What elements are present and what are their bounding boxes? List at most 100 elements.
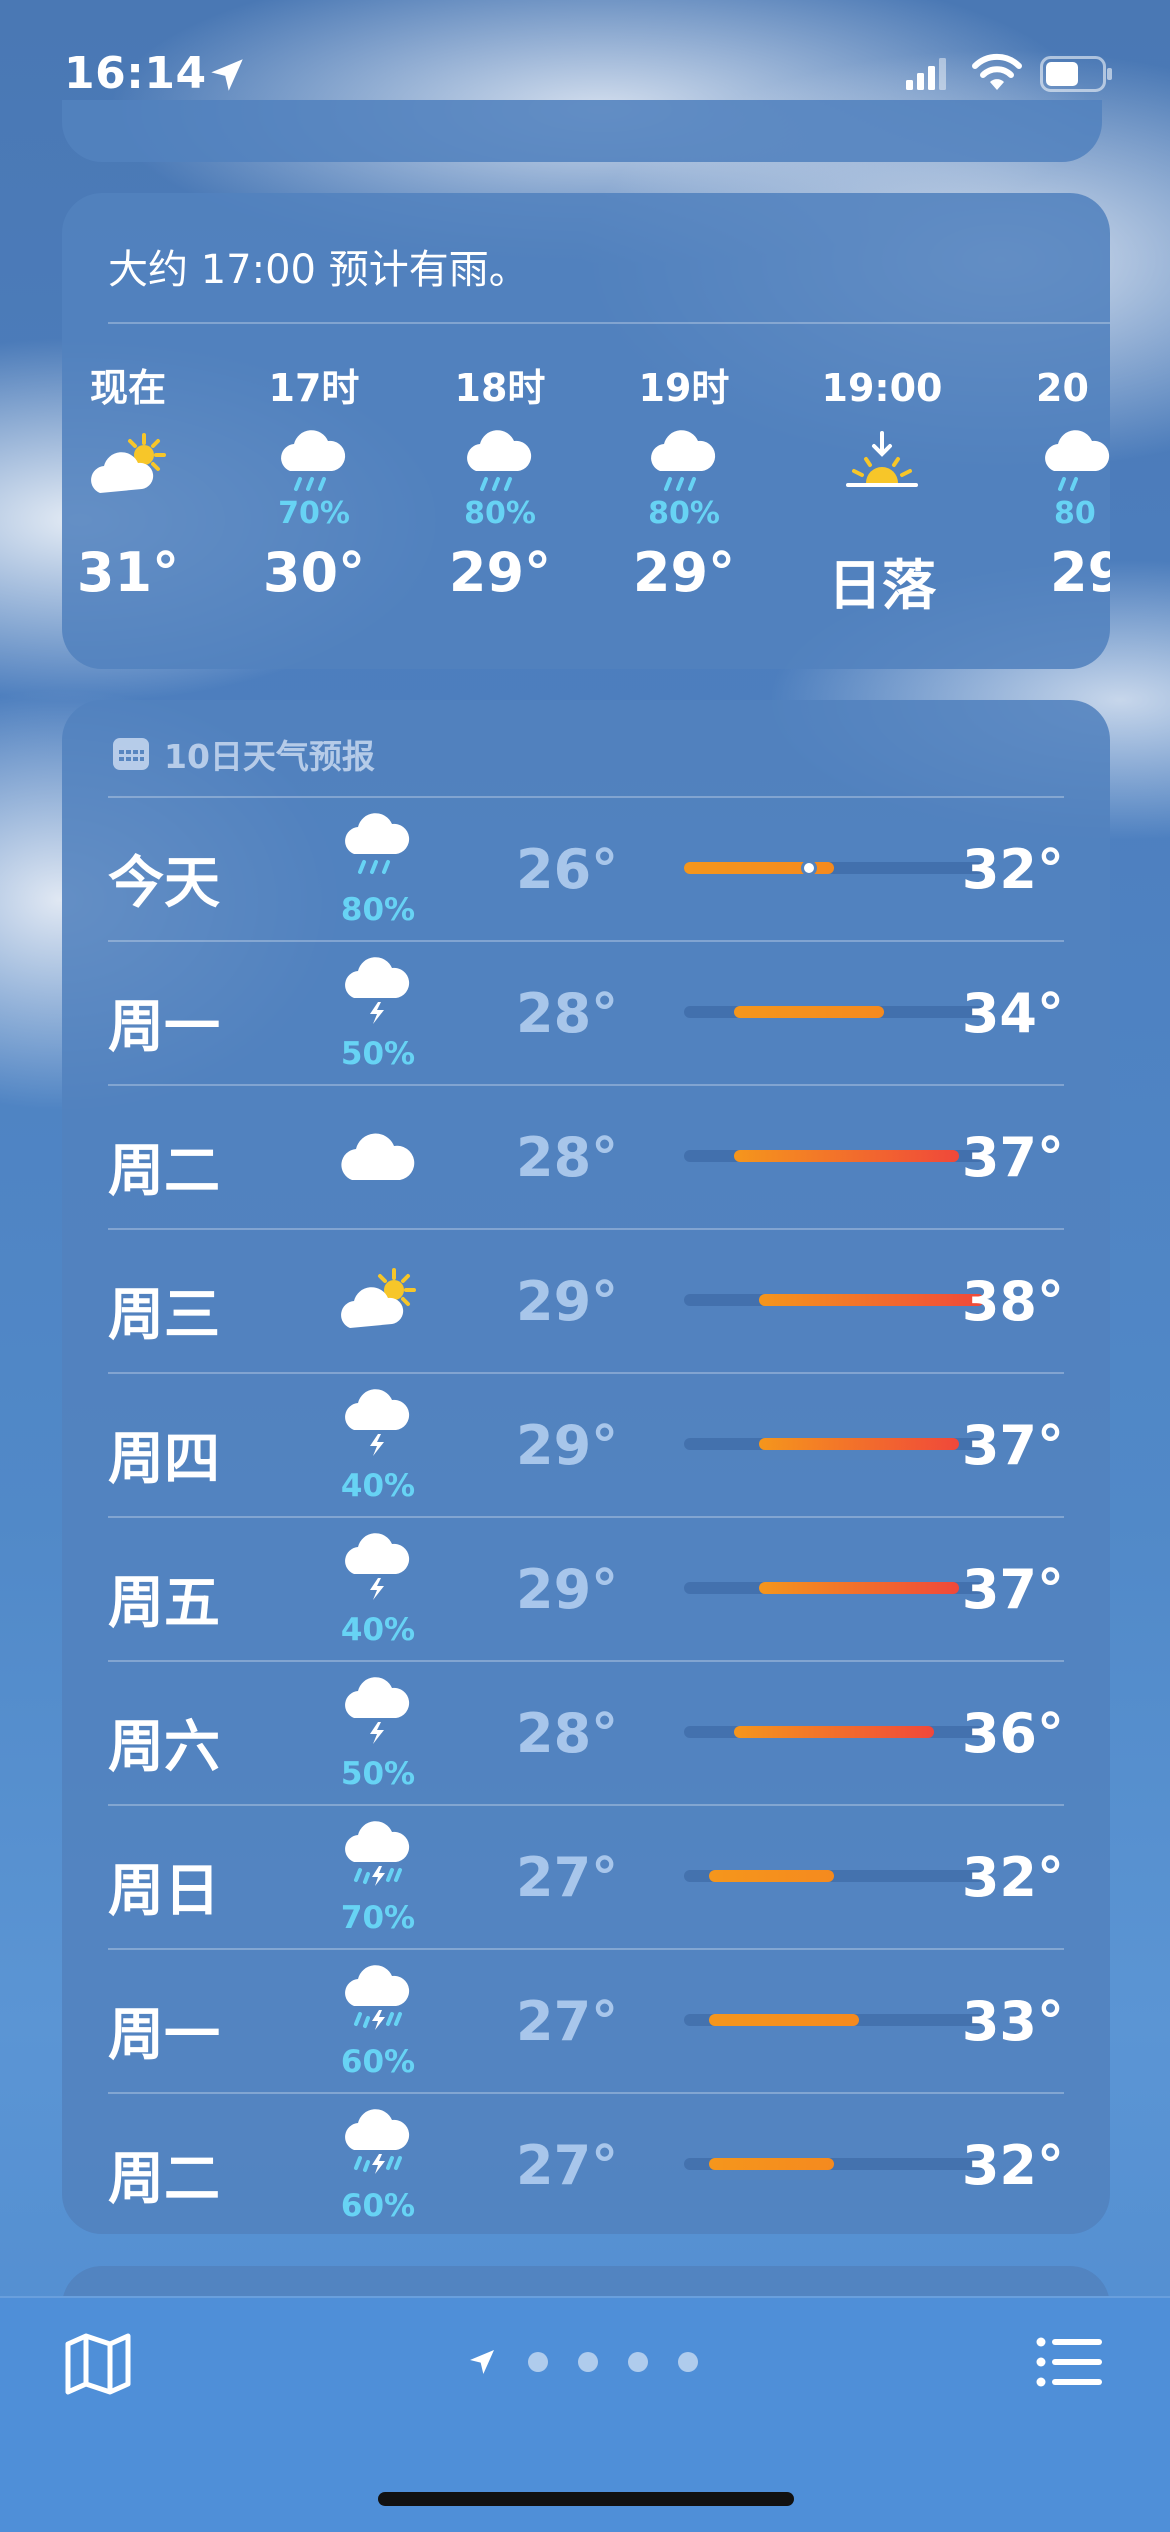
day-low: 29° xyxy=(516,1414,619,1477)
day-row[interactable]: 今天 80% 26° 32° xyxy=(108,796,1064,940)
day-row[interactable]: 周一 50% 28° 34° xyxy=(108,940,1064,1084)
day-low: 28° xyxy=(516,1126,619,1189)
day-row[interactable]: 周二 28° 37° xyxy=(108,1084,1064,1228)
day-row[interactable]: 周日 70% 27° 32° xyxy=(108,1804,1064,1948)
hour-precip xyxy=(802,497,962,531)
day-low: 29° xyxy=(516,1270,619,1333)
cellular-signal-icon xyxy=(906,58,946,90)
day-name: 周二 xyxy=(108,2147,220,2212)
day-row[interactable]: 周四 40% 29° 37° xyxy=(108,1372,1064,1516)
hour-item: 17时 70% 30° xyxy=(234,363,394,604)
daily-header: 10日天气预报 xyxy=(112,734,375,776)
hour-temp: 29° xyxy=(448,541,552,604)
temp-range-bar xyxy=(684,2158,984,2170)
temp-range-fill xyxy=(759,1438,959,1450)
day-name: 周三 xyxy=(108,1283,220,1348)
list-icon[interactable] xyxy=(1036,2336,1102,2388)
temp-range-bar xyxy=(684,1726,984,1738)
day-high: 37° xyxy=(961,1414,1064,1477)
hour-precip: 80% xyxy=(464,496,536,531)
temp-range-bar xyxy=(684,1150,984,1162)
temp-range-fill xyxy=(709,1870,834,1882)
hour-label: 20 xyxy=(1036,366,1089,410)
page-dot[interactable] xyxy=(578,2352,598,2372)
temp-range-bar xyxy=(684,1582,984,1594)
day-row[interactable]: 周三 29° 38° xyxy=(108,1228,1064,1372)
day-low: 29° xyxy=(516,1558,619,1621)
day-precip: 40% xyxy=(340,1468,416,1504)
sunset-icon xyxy=(846,431,918,487)
temp-range-fill xyxy=(734,1150,959,1162)
hour-item: 20 80 29 xyxy=(1028,363,1110,604)
battery-icon xyxy=(1040,56,1112,92)
hour-item: 19时 80% 29° xyxy=(604,363,764,604)
day-high: 34° xyxy=(961,982,1064,1045)
page-dot[interactable] xyxy=(678,2352,698,2372)
toolbar-divider xyxy=(0,2296,1170,2298)
day-precip: 50% xyxy=(340,1036,416,1072)
ten-day-forecast-card[interactable]: 10日天气预报 今天 80% 26° 32° 周一 50% 28° 34° 周二 xyxy=(62,700,1110,2234)
day-precip: 80% xyxy=(340,892,416,928)
page-dot[interactable] xyxy=(528,2352,548,2372)
location-arrow-icon xyxy=(470,2350,494,2374)
day-name: 今天 xyxy=(108,851,220,916)
day-precip: 70% xyxy=(340,1900,416,1936)
day-low: 28° xyxy=(516,1702,619,1765)
hour-precip: 70% xyxy=(278,496,350,531)
day-precip: 60% xyxy=(340,2044,416,2080)
temp-range-bar xyxy=(684,1006,984,1018)
day-row[interactable]: 周二 60% 27° 32° xyxy=(108,2092,1064,2236)
hour-label: 现在 xyxy=(89,366,166,410)
temp-range-bar xyxy=(684,1294,984,1306)
rain-icon xyxy=(281,430,346,491)
page-dot[interactable] xyxy=(628,2352,648,2372)
hour-temp: 31° xyxy=(76,541,180,604)
day-high: 32° xyxy=(961,1846,1064,1909)
previous-card-stub xyxy=(62,100,1102,162)
day-precip: 40% xyxy=(340,1612,416,1648)
current-temp-dot xyxy=(801,860,817,876)
thunder-rain-icon xyxy=(345,2109,410,2174)
hourly-forecast-card[interactable]: 大约 17:00 预计有雨。 现在 31° 17时 70% 30° 18时 80… xyxy=(62,193,1110,669)
cloud-icon xyxy=(341,1133,415,1180)
hourly-summary: 大约 17:00 预计有雨。 xyxy=(108,247,529,293)
temp-range-bar xyxy=(684,1438,984,1450)
day-name: 周一 xyxy=(108,2003,220,2068)
partly-cloudy-icon xyxy=(341,1268,416,1328)
location-arrow-icon xyxy=(211,59,243,91)
hour-temp: 日落 xyxy=(828,554,936,617)
rain-icon xyxy=(345,813,410,874)
day-high: 33° xyxy=(961,1990,1064,2053)
temp-range-bar xyxy=(684,860,984,876)
day-name: 周日 xyxy=(108,1859,220,1924)
day-name: 周一 xyxy=(108,995,220,1060)
thunder-rain-icon xyxy=(345,1821,410,1886)
hour-label: 18时 xyxy=(454,366,546,410)
temp-range-bar xyxy=(684,1870,984,1882)
thunderstorm-icon xyxy=(345,1389,410,1456)
rain-icon xyxy=(1045,430,1110,491)
hour-precip: 80% xyxy=(648,496,720,531)
hour-precip xyxy=(62,497,208,531)
day-row[interactable]: 周五 40% 29° 37° xyxy=(108,1516,1064,1660)
map-icon[interactable] xyxy=(64,2332,132,2396)
day-high: 37° xyxy=(961,1558,1064,1621)
day-name: 周四 xyxy=(108,1427,220,1492)
day-low: 27° xyxy=(516,2134,619,2197)
rain-icon xyxy=(467,430,532,491)
hour-label: 19时 xyxy=(638,366,730,410)
hour-item: 19:00 日落 xyxy=(802,363,962,620)
status-time: 16:14 xyxy=(64,48,207,99)
calendar-icon xyxy=(113,738,149,770)
hour-item: 现在 31° xyxy=(62,363,208,604)
day-high: 32° xyxy=(961,2134,1064,2197)
day-row[interactable]: 周六 50% 28° 36° xyxy=(108,1660,1064,1804)
page-indicator[interactable] xyxy=(466,2342,698,2382)
day-name: 周二 xyxy=(108,1139,220,1204)
day-row[interactable]: 周一 60% 27° 33° xyxy=(108,1948,1064,2092)
day-low: 26° xyxy=(516,838,619,901)
temp-range-bar xyxy=(684,2014,984,2026)
thunderstorm-icon xyxy=(345,1533,410,1600)
partly-cloudy-icon xyxy=(91,433,166,493)
temp-range-fill xyxy=(709,2014,859,2026)
